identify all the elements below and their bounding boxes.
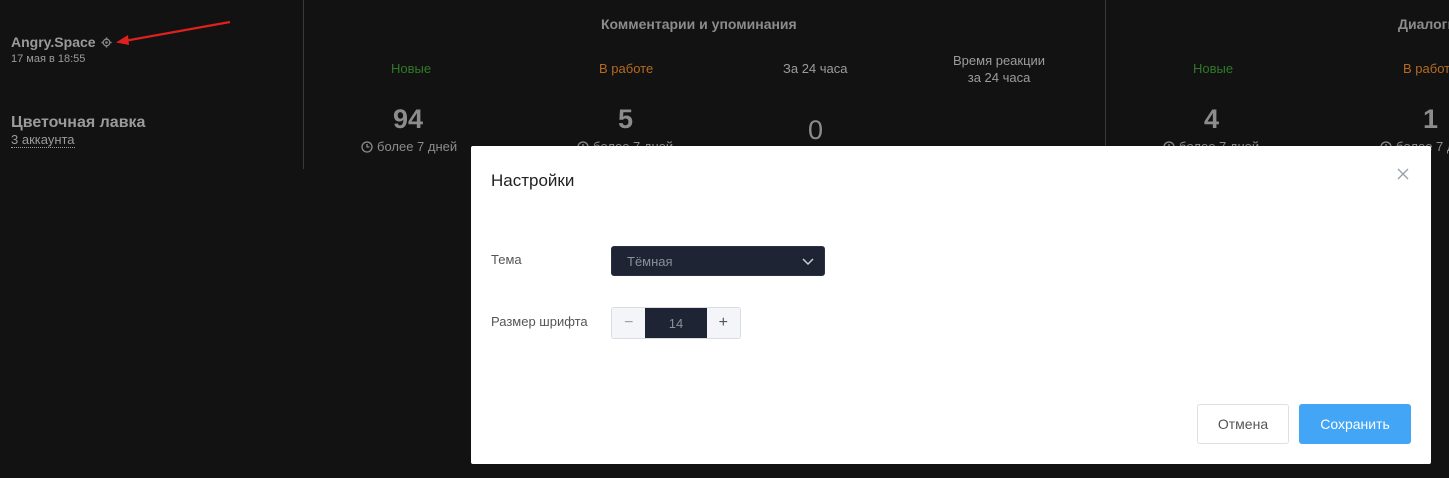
font-size-stepper: − 14 + — [611, 307, 741, 339]
account-panel: Angry.Space 17 мая в 18:55 Цветочная лав… — [0, 0, 304, 169]
cancel-button[interactable]: Отмена — [1197, 404, 1289, 444]
count-24h: 0 — [808, 115, 824, 145]
dialogs-section: Диалоги Новые В работе 4 1 более 7 дней … — [1106, 0, 1449, 169]
theme-select[interactable]: Тёмная — [611, 246, 825, 276]
brand-name[interactable]: Angry.Space — [11, 34, 96, 50]
last-update-date: 17 мая в 18:55 — [11, 53, 86, 65]
count-in-progress[interactable]: 1 — [1423, 104, 1438, 135]
annotation-arrow — [116, 20, 231, 45]
column-label-new: Новые — [1193, 61, 1234, 76]
shop-name: Цветочная лавка — [11, 114, 146, 131]
font-size-label: Размер шрифта — [491, 314, 588, 329]
section-title: Диалоги — [1398, 16, 1449, 32]
save-button[interactable]: Сохранить — [1299, 404, 1411, 444]
comments-section: Комментарии и упоминания Новые В работе … — [304, 0, 1106, 169]
decrement-button[interactable]: − — [612, 308, 646, 338]
increment-button[interactable]: + — [706, 308, 740, 338]
count-new[interactable]: 4 — [1204, 104, 1219, 135]
chevron-down-icon — [802, 258, 814, 266]
column-label-reaction-time: Время реакции за 24 часа — [953, 52, 1045, 86]
note-text: более 7 дней — [377, 139, 458, 154]
column-label-in-progress: В работе — [1403, 61, 1449, 76]
theme-select-value: Тёмная — [627, 254, 673, 269]
column-label-new: Новые — [391, 61, 432, 76]
font-size-input[interactable]: 14 — [645, 308, 707, 338]
modal-title: Настройки — [491, 171, 575, 190]
column-label-24h: За 24 часа — [783, 61, 848, 76]
count-new[interactable]: 94 — [393, 104, 423, 135]
column-label-in-progress: В работе — [599, 61, 654, 76]
close-icon[interactable] — [1395, 166, 1411, 182]
section-title: Комментарии и упоминания — [601, 16, 797, 32]
reaction-label-line1: Время реакции — [953, 53, 1046, 68]
accounts-link[interactable]: 3 аккаунта — [11, 133, 75, 148]
theme-label: Тема — [491, 252, 522, 267]
note-new: более 7 дней — [361, 139, 457, 154]
count-in-progress[interactable]: 5 — [618, 104, 633, 135]
settings-modal: Настройки Тема Тёмная Размер шрифта − 14… — [471, 146, 1431, 464]
reaction-label-line2: за 24 часа — [967, 70, 1031, 85]
clock-icon — [361, 140, 373, 153]
brand-row: Angry.Space — [11, 34, 112, 50]
